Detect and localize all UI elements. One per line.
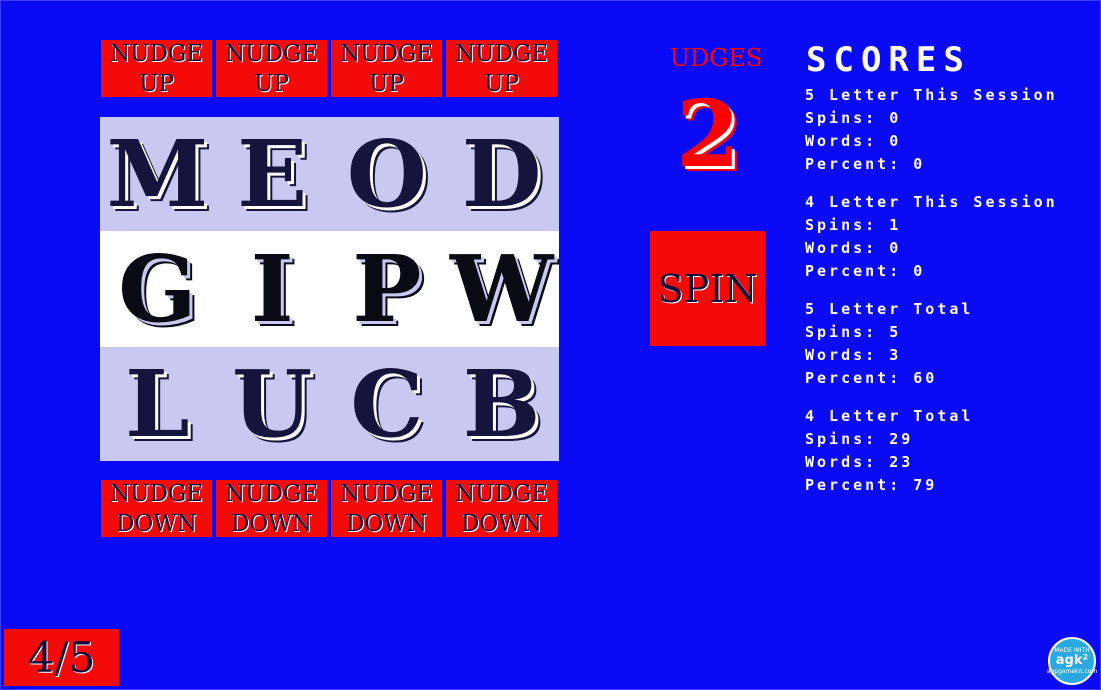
reel-letter: I xyxy=(250,235,294,343)
reel-row-middle: G I P W xyxy=(100,231,559,347)
score-line: 4 Letter Total xyxy=(805,407,974,425)
agk-logo: MADE WITH agk² appgamekit.com xyxy=(1046,637,1098,685)
reel-letter: W xyxy=(449,235,554,343)
nudges-count: 2 xyxy=(675,80,740,188)
nudge-up-button-1[interactable]: NUDGE UP xyxy=(101,40,212,97)
nudge-down-row: NUDGE DOWN NUDGE DOWN NUDGE DOWN NUDGE D… xyxy=(101,480,557,537)
nudge-up-button-4[interactable]: NUDGE UP xyxy=(446,40,557,97)
score-line: Percent: 79 xyxy=(805,476,938,494)
score-line: 5 Letter This Session xyxy=(805,86,1058,104)
score-line: Spins: 5 xyxy=(805,323,902,341)
score-line: Percent: 60 xyxy=(805,369,938,387)
reel-letter: L xyxy=(125,350,190,458)
reel-row-bottom: L U C B xyxy=(100,347,559,461)
score-line: Spins: 1 xyxy=(805,216,902,234)
reel-letter: B xyxy=(462,350,541,458)
level-indicator: 4/5 xyxy=(4,629,119,686)
scores-title: SCORES xyxy=(806,40,971,80)
nudge-down-button-3[interactable]: NUDGE DOWN xyxy=(331,480,442,537)
score-line: Percent: 0 xyxy=(805,155,926,173)
reel-letter: G xyxy=(118,235,197,343)
reel-letter: P xyxy=(352,235,422,343)
nudge-up-row: NUDGE UP NUDGE UP NUDGE UP NUDGE UP xyxy=(101,40,557,97)
reel-letter: O xyxy=(346,120,427,228)
score-line: Spins: 0 xyxy=(805,109,902,127)
score-line: Words: 3 xyxy=(805,346,902,364)
reel-letter: U xyxy=(232,350,313,458)
reel-grid: M E O D G I P W L U C B xyxy=(100,117,559,461)
agk-logo-main: agk² xyxy=(1055,653,1089,668)
nudges-label: UDGES xyxy=(669,44,763,72)
score-line: Words: 0 xyxy=(805,239,902,257)
agk-logo-bottom: appgamekit.com xyxy=(1046,668,1098,675)
reel-letter: D xyxy=(461,120,542,228)
reel-letter: E xyxy=(237,120,308,228)
nudge-down-button-1[interactable]: NUDGE DOWN xyxy=(101,480,212,537)
score-line: Percent: 0 xyxy=(805,262,926,280)
reel-letter: M xyxy=(106,120,209,228)
reel-letter: C xyxy=(350,350,424,458)
score-line: Words: 23 xyxy=(805,453,914,471)
nudge-down-button-2[interactable]: NUDGE DOWN xyxy=(216,480,327,537)
nudge-up-button-3[interactable]: NUDGE UP xyxy=(331,40,442,97)
reel-row-top: M E O D xyxy=(100,117,559,231)
spin-button[interactable]: SPIN xyxy=(650,231,765,346)
nudge-up-button-2[interactable]: NUDGE UP xyxy=(216,40,327,97)
score-line: 5 Letter Total xyxy=(805,300,974,318)
score-line: 4 Letter This Session xyxy=(805,193,1058,211)
nudge-down-button-4[interactable]: NUDGE DOWN xyxy=(446,480,557,537)
score-line: Words: 0 xyxy=(805,132,902,150)
score-line: Spins: 29 xyxy=(805,430,914,448)
